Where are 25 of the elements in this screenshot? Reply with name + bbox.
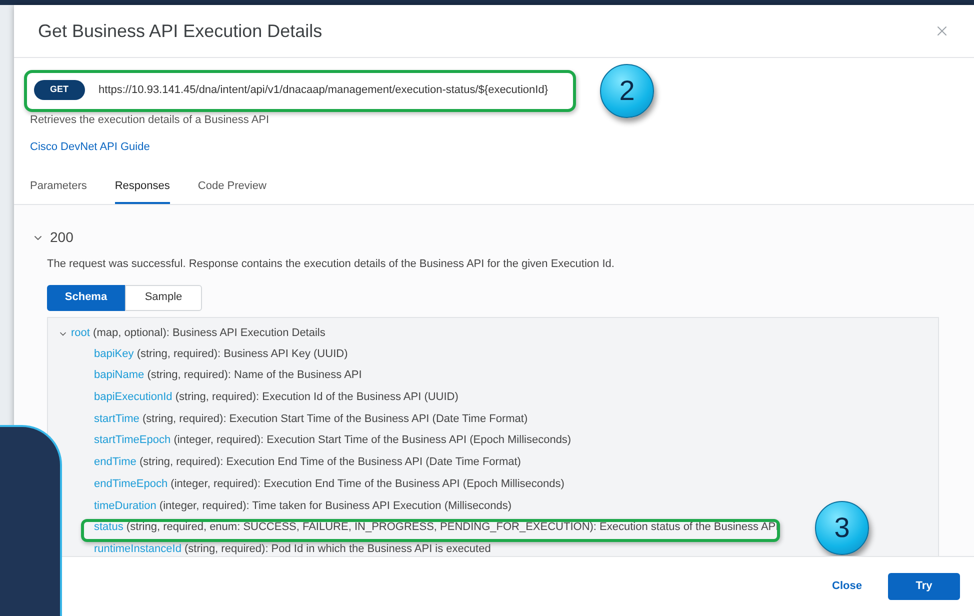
endpoint-url: https://10.93.141.45/dna/intent/api/v1/dnacaap/management/execution-status/${executionId} (98, 82, 548, 98)
callout-number: 2 (600, 64, 654, 118)
schema-field: bapiName (string, required): Name of the Business API (94, 367, 362, 384)
schema-field: bapiKey (string, required): Business API Key (UUID) (94, 346, 348, 362)
try-button[interactable]: Try (888, 573, 960, 600)
schema-field: bapiExecutionId (string, required): Execution Id of the Business API (UUID) (94, 389, 458, 406)
schema-field: endTime (string, required): Execution End Time of the Business API (Date Time Format) (94, 454, 521, 471)
tab[interactable]: Code Preview (198, 178, 266, 204)
schema-field: timeDuration (integer, required): Time taken for Business API Execution (Milliseconds) (94, 498, 512, 514)
callout-number: 3 (815, 501, 869, 555)
guide-link[interactable]: Cisco DevNet API Guide (30, 138, 150, 155)
schema-field: startTimeEpoch (integer, required): Execution Start Time of the Business API (Epoch Milliseconds) (94, 432, 572, 449)
method-badge: GET (34, 80, 85, 100)
dialog-title: Get Business API Execution Details (38, 20, 322, 42)
view-toggle[interactable]: Schema (47, 284, 125, 310)
response-description: The request was successful. Response contains the execution details of the Business API for the given Execution Id. (47, 257, 616, 272)
view-toggle[interactable]: Sample (125, 284, 202, 310)
schema-field: runtimeInstanceId (string, required): Pod Id in which the Business API is executed (94, 540, 491, 556)
schema-field: startTime (string, required): Execution Start Time of the Business API (Date Time Format) (94, 410, 528, 428)
response-code: 200 (50, 228, 74, 247)
tab[interactable]: Parameters (30, 178, 87, 204)
close-button[interactable]: Close (820, 573, 874, 600)
schema-field: root (map, optional): Business API Execution Details (71, 325, 326, 342)
endpoint-description: Retrieves the execution details of a Business API (30, 113, 270, 128)
schema-field: endTimeEpoch (integer, required): Execution End Time of the Business API (Epoch Milliseconds) (94, 476, 564, 492)
